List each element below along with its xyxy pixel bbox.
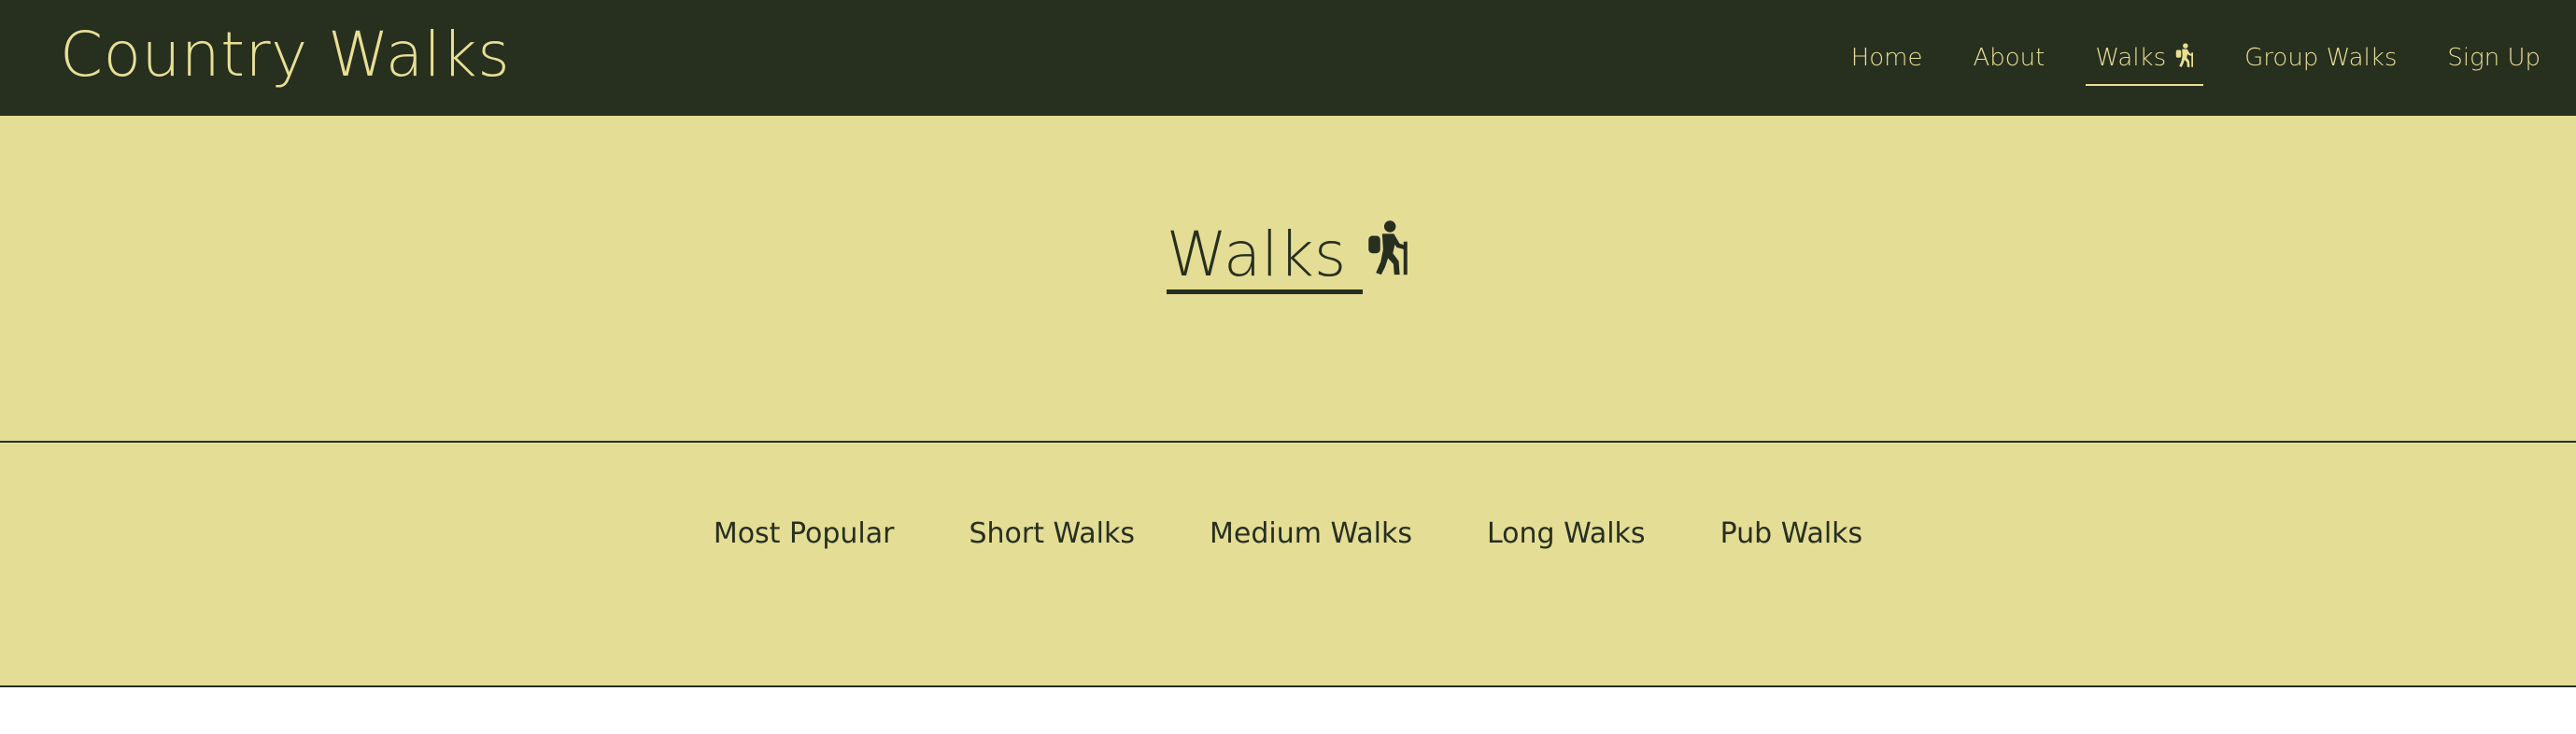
brand-title[interactable]: Country Walks — [60, 24, 510, 86]
page-title-text: Walks — [1166, 220, 1364, 294]
page-header-section: Walks — [0, 116, 2576, 443]
hiker-icon — [2173, 42, 2194, 74]
nav-link-about[interactable]: About — [1973, 0, 2045, 116]
category-long-walks[interactable]: Long Walks — [1487, 517, 1646, 550]
page-title: Walks — [1166, 220, 1409, 294]
category-most-popular[interactable]: Most Popular — [714, 517, 895, 550]
main-nav: Home About Walks Group Walks Sign Up — [1801, 0, 2541, 116]
nav-link-label: Home — [1850, 44, 1923, 72]
nav-link-label: Sign Up — [2447, 44, 2541, 72]
nav-link-home[interactable]: Home — [1851, 0, 1923, 116]
hiker-icon — [1363, 217, 1409, 293]
walk-categories-section: Most Popular Short Walks Medium Walks Lo… — [0, 443, 2576, 687]
nav-link-group-walks[interactable]: Group Walks — [2244, 0, 2397, 116]
top-navbar: Country Walks Home About Walks Group Wal… — [0, 0, 2576, 116]
nav-link-walks[interactable]: Walks — [2086, 0, 2203, 116]
nav-link-label: Group Walks — [2244, 44, 2398, 72]
nav-link-sign-up[interactable]: Sign Up — [2447, 0, 2541, 116]
category-medium-walks[interactable]: Medium Walks — [1210, 517, 1412, 550]
category-pub-walks[interactable]: Pub Walks — [1720, 517, 1863, 550]
category-short-walks[interactable]: Short Walks — [969, 517, 1135, 550]
nav-link-label: Walks — [2095, 44, 2167, 72]
nav-link-label: About — [1973, 44, 2045, 72]
walk-category-list: Most Popular Short Walks Medium Walks Lo… — [0, 517, 2576, 550]
